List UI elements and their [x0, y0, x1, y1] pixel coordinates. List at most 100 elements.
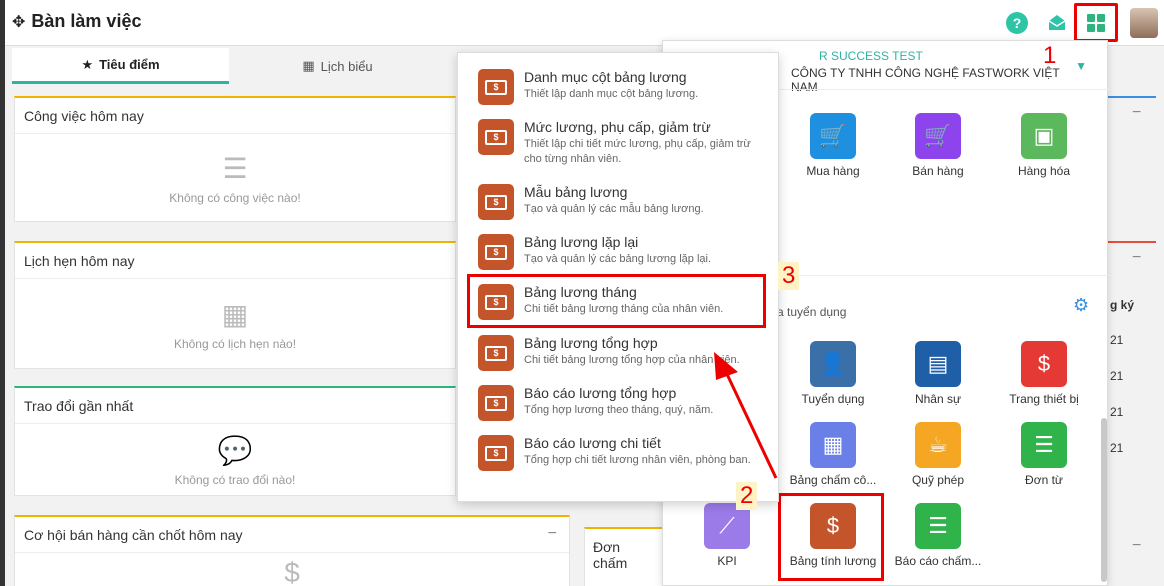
page-header: ✥ Bàn làm việc	[12, 11, 141, 32]
app-purchase[interactable]: 🛒 Mua hàng	[788, 113, 878, 178]
money-icon: $	[478, 335, 514, 371]
menu-item-desc: Thiết lập danh mục cột bảng lương.	[524, 88, 699, 100]
section-label: a tuyển dụng	[777, 305, 847, 319]
server-icon: ☰	[222, 152, 248, 184]
menu-item-title: Bảng lương tổng hợp	[524, 335, 658, 351]
collapse-icon[interactable]: −	[548, 525, 557, 543]
step-number-1: 1	[1043, 42, 1057, 69]
menu-item-title: Báo cáo lương tổng hợp	[524, 385, 677, 401]
tab-label: Lịch biểu	[320, 58, 373, 74]
app-label: Nhân sự	[914, 392, 962, 406]
help-icon[interactable]: ?	[1006, 12, 1028, 34]
app-kpi[interactable]: ⟋ KPI	[682, 503, 772, 568]
card-title: Cơ hội bán hàng cần chốt hôm nay	[15, 517, 569, 553]
document-icon: ☰	[1021, 422, 1067, 468]
menu-item-title: Báo cáo lương chi tiết	[524, 435, 661, 451]
card-title: Đơn chấm	[593, 539, 628, 571]
app-label: Trang thiết bị	[1009, 392, 1079, 406]
tab-schedule[interactable]: ▦ Lịch biểu	[229, 48, 446, 84]
money-icon: $	[478, 119, 514, 155]
menu-item-desc: Thiết lập chi tiết mức lương, phụ cấp, g…	[524, 138, 751, 165]
card-today-tasks: Công việc hôm nay ☰ Không có công việc n…	[14, 96, 456, 222]
menu-item-salary-allowance[interactable]: $ Mức lương, phụ cấp, giảm trừ Thiết lập …	[478, 119, 768, 167]
app-label: Tuyển dụng	[801, 392, 865, 406]
dollar-icon: $	[284, 557, 300, 586]
app-label: Báo cáo chấm...	[894, 554, 982, 568]
cell-value: 21	[1110, 441, 1124, 455]
card-title: Lịch hẹn hôm nay	[15, 243, 455, 279]
app-label: Hàng hóa	[1017, 164, 1071, 178]
app-label: KPI	[717, 554, 737, 568]
menu-item-desc: Chi tiết bảng lương tổng hợp của nhân vi…	[524, 354, 740, 366]
app-hr[interactable]: ▤ Nhân sự	[893, 341, 983, 406]
app-sales[interactable]: 🛒 Bán hàng	[893, 113, 983, 178]
card-title: Công việc hôm nay	[15, 98, 455, 134]
card-sales-opportunities: Cơ hội bán hàng cần chốt hôm nay − $	[14, 515, 570, 586]
comments-icon: 💬	[217, 434, 253, 466]
menu-dots-icon[interactable]: ✥	[12, 12, 25, 32]
empty-state: ▦ Không có lịch hẹn nào!	[15, 279, 455, 369]
collapse-icon[interactable]: −	[1132, 537, 1141, 555]
app-equipment[interactable]: $ Trang thiết bị	[999, 341, 1089, 406]
user-add-icon: 👤	[810, 341, 856, 387]
money-icon: $	[478, 385, 514, 421]
menu-item-payroll-templates[interactable]: $ Mẫu bảng lương Tạo và quản lý các mẫu b…	[478, 184, 768, 220]
empty-text: Không có công việc nào!	[169, 190, 301, 205]
menu-item-summary-report[interactable]: $ Báo cáo lương tổng hợp Tổng hợp lương t…	[478, 385, 768, 421]
scrollbar[interactable]	[1101, 418, 1107, 582]
step-number-3: 3	[778, 262, 800, 290]
card-leave-requests: Đơn chấm	[584, 527, 664, 586]
left-edge-bar	[0, 0, 5, 586]
menu-item-title: Danh mục cột bảng lương	[524, 69, 687, 85]
apps-grid-button[interactable]	[1074, 3, 1118, 42]
menu-item-desc: Tổng hợp lương theo tháng, quý, năm.	[524, 404, 714, 416]
calendar-grid-icon: ▦	[810, 422, 856, 468]
page-title: Bàn làm việc	[31, 11, 142, 31]
card-title: Trao đổi gần nhất	[15, 388, 455, 424]
menu-item-detail-report[interactable]: $ Báo cáo lương chi tiết Tổng hợp chi tiế…	[478, 435, 768, 471]
gear-icon[interactable]: ⚙	[1073, 295, 1089, 316]
cart-download-icon: 🛒	[810, 113, 856, 159]
app-recruitment[interactable]: 👤 Tuyển dụng	[788, 341, 878, 406]
apps-grid-icon	[1087, 13, 1105, 32]
menu-item-desc: Tổng hợp chi tiết lương nhân viên, phòng…	[524, 454, 751, 466]
menu-item-desc: Tạo và quản lý các mẫu bảng lương.	[524, 203, 704, 215]
money-icon: $	[478, 184, 514, 220]
coffee-icon: ☕	[915, 422, 961, 468]
empty-state: $	[15, 553, 569, 586]
app-timesheet[interactable]: ▦ Bảng chấm cô...	[788, 422, 878, 487]
calendar-icon: ▦	[302, 58, 315, 73]
money-icon: $	[478, 234, 514, 270]
menu-item-desc: Tạo và quản lý các bảng lương lặp lại.	[524, 253, 712, 265]
menu-item-summary-payroll[interactable]: $ Bảng lương tổng hợp Chi tiết bảng lương…	[478, 335, 768, 371]
app-label: Quỹ phép	[911, 473, 965, 487]
menu-item-title: Mẫu bảng lương	[524, 184, 628, 200]
calendar-icon: ▦	[221, 298, 249, 330]
column-header: g ký	[1110, 298, 1135, 312]
collapse-icon[interactable]: −	[1132, 249, 1141, 267]
menu-item-title: Mức lương, phụ cấp, giảm trừ	[524, 119, 711, 135]
money-icon: $	[478, 69, 514, 105]
report-icon: ☰	[915, 503, 961, 549]
collapse-icon[interactable]: −	[1132, 104, 1141, 122]
money-icon: $	[478, 435, 514, 471]
mail-icon[interactable]	[1046, 12, 1068, 34]
money-bag-icon: $	[1021, 341, 1067, 387]
app-label: Đơn từ	[1025, 473, 1063, 487]
tab-focus[interactable]: ★ Tiêu điểm	[12, 48, 229, 84]
avatar[interactable]	[1130, 8, 1158, 38]
menu-item-payroll-columns[interactable]: $ Danh mục cột bảng lương Thiết lập danh …	[478, 69, 768, 105]
step-number-2: 2	[736, 482, 758, 510]
app-goods[interactable]: ▣ Hàng hóa	[999, 113, 1089, 178]
app-timesheet-report[interactable]: ☰ Báo cáo chấm...	[893, 503, 983, 568]
card-recent-comments: Trao đổi gần nhất 💬 Không có trao đổi nà…	[14, 386, 456, 496]
app-label: Bảng chấm cô...	[789, 473, 877, 487]
app-requests[interactable]: ☰ Đơn từ	[999, 422, 1089, 487]
app-leave-fund[interactable]: ☕ Quỹ phép	[893, 422, 983, 487]
menu-item-title: Bảng lương lặp lại	[524, 234, 639, 250]
chevron-down-icon[interactable]: ▼	[1075, 59, 1087, 73]
empty-text: Không có lịch hẹn nào!	[173, 336, 297, 351]
menu-item-recurring-payroll[interactable]: $ Bảng lương lặp lại Tạo và quản lý các b…	[478, 234, 768, 270]
tab-label: Tiêu điểm	[99, 57, 160, 72]
empty-state: ☰ Không có công việc nào!	[15, 134, 455, 222]
